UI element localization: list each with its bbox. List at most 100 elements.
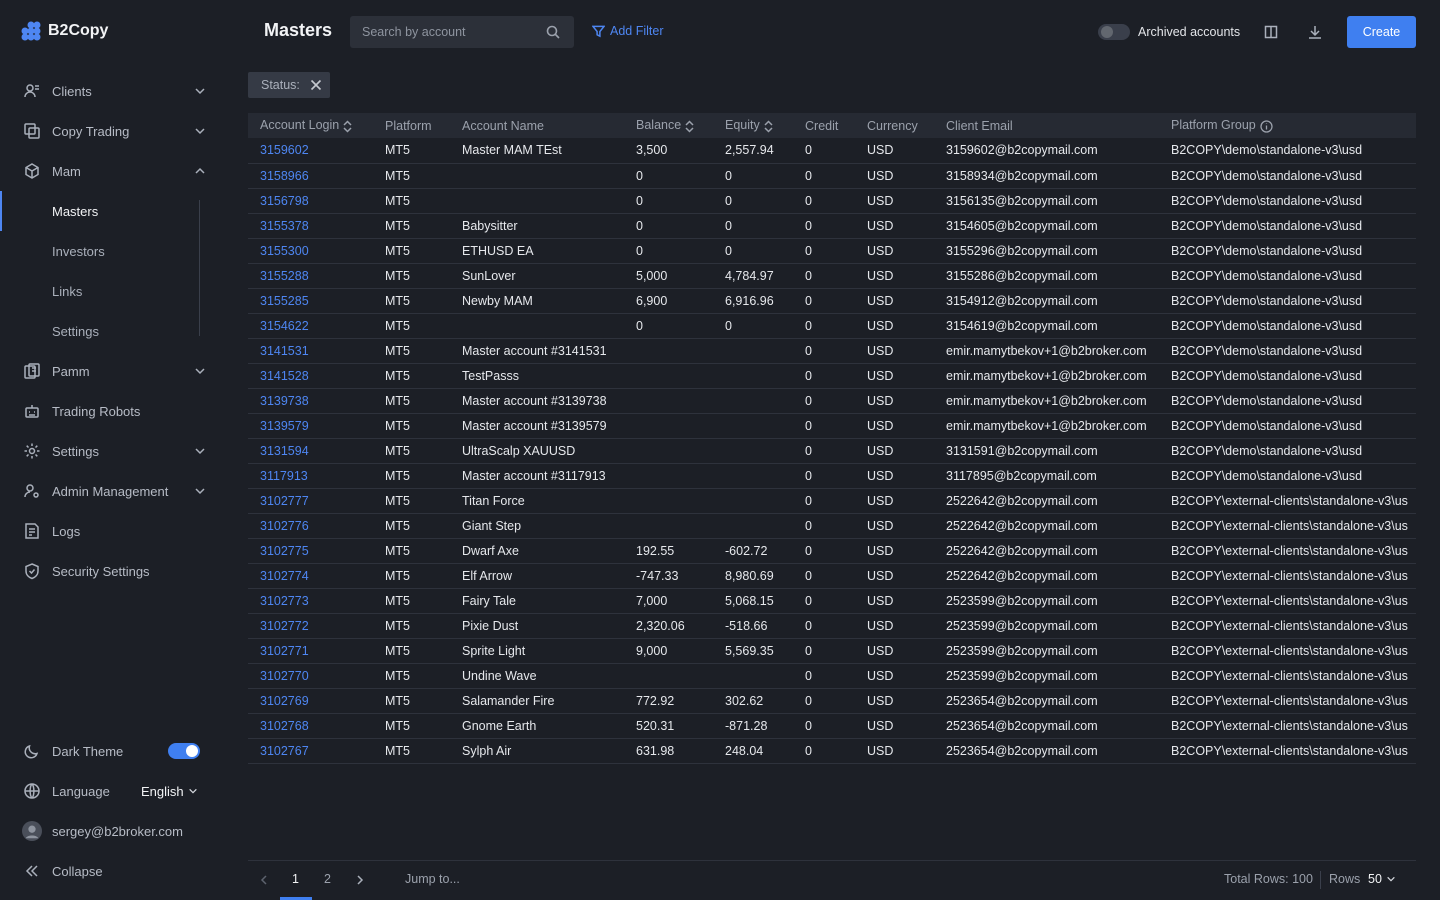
page-2-button[interactable]: 2: [324, 872, 331, 886]
table-row[interactable]: 3155285 MT5 Newby MAM 6,900 6,916.96 0 USD 3154…: [248, 288, 1416, 314]
cell-account-login[interactable]: 3139579: [248, 413, 373, 439]
cell-account-login[interactable]: 3155300: [248, 238, 373, 264]
sidebar-subitem-masters[interactable]: Masters: [0, 191, 200, 231]
cell-account-login[interactable]: 3158966: [248, 163, 373, 189]
table-row[interactable]: 3139579 MT5 Master account #3139579 0 USD emi…: [248, 413, 1416, 439]
cell-platform-group: B2COPY\demo\standalone-v3\usd: [1159, 163, 1416, 189]
cell-account-login[interactable]: 3102771: [248, 638, 373, 664]
table-row[interactable]: 3141528 MT5 TestPasss 0 USD emir.mamytbekov+1…: [248, 363, 1416, 389]
dark-theme-toggle[interactable]: [168, 743, 200, 759]
table-row[interactable]: 3156798 MT5 0 0 0 USD 3156135@b2copymail.com B2…: [248, 188, 1416, 214]
search-icon[interactable]: [546, 25, 560, 39]
table-row[interactable]: 3102776 MT5 Giant Step 0 USD 2522642@b2copyma…: [248, 513, 1416, 539]
table-row[interactable]: 3102773 MT5 Fairy Tale 7,000 5,068.15 0 USD 252…: [248, 588, 1416, 614]
rows-per-page-value: 50: [1368, 872, 1382, 886]
sidebar-item-clients[interactable]: Clients: [0, 71, 224, 111]
cell-account-login[interactable]: 3155378: [248, 213, 373, 239]
cell-client-email: 2523599@b2copymail.com: [934, 638, 1159, 664]
cell-platform: MT5: [373, 138, 450, 164]
page-1-button[interactable]: 1: [292, 872, 299, 886]
cell-account-login[interactable]: 3102767: [248, 738, 373, 764]
logo[interactable]: B2Copy: [20, 20, 108, 42]
cell-account-login[interactable]: 3155285: [248, 288, 373, 314]
cell-account-login[interactable]: 3117913: [248, 463, 373, 489]
cell-equity: 6,916.96: [713, 288, 793, 314]
sort-icon[interactable]: [685, 120, 694, 133]
columns-icon[interactable]: [1261, 22, 1281, 42]
table-row[interactable]: 3131594 MT5 UltraScalp XAUUSD 0 USD 3131591@b…: [248, 438, 1416, 464]
cell-account-login[interactable]: 3102772: [248, 613, 373, 639]
add-filter-button[interactable]: Add Filter: [592, 24, 664, 38]
cell-account-login[interactable]: 3102769: [248, 688, 373, 714]
cell-platform: MT5: [373, 238, 450, 264]
globe-icon: [22, 781, 42, 801]
chevron-down-icon: [195, 448, 205, 455]
cell-account-login[interactable]: 3141531: [248, 338, 373, 364]
sort-icon[interactable]: [764, 120, 773, 133]
cell-credit: 0: [793, 238, 855, 264]
cell-account-login[interactable]: 3155288: [248, 263, 373, 289]
table-row[interactable]: 3155288 MT5 SunLover 5,000 4,784.97 0 USD 31552…: [248, 263, 1416, 289]
sidebar-subitem-settings[interactable]: Settings: [0, 311, 200, 351]
table-row[interactable]: 3141531 MT5 Master account #3141531 0 USD emi…: [248, 338, 1416, 364]
cell-account-login[interactable]: 3156798: [248, 188, 373, 214]
language-select[interactable]: English: [141, 784, 198, 799]
table-row[interactable]: 3117913 MT5 Master account #3117913 0 USD 311…: [248, 463, 1416, 489]
rows-per-page-select[interactable]: 50: [1368, 872, 1396, 886]
sort-icon[interactable]: [343, 120, 352, 133]
download-icon[interactable]: [1305, 22, 1325, 42]
cell-account-login[interactable]: 3102773: [248, 588, 373, 614]
sidebar-subitem-links[interactable]: Links: [0, 271, 200, 311]
table-row[interactable]: 3102774 MT5 Elf Arrow -747.33 8,980.69 0 USD 25…: [248, 563, 1416, 589]
sidebar-item-admin-management[interactable]: Admin Management: [0, 471, 224, 511]
sidebar-item-settings[interactable]: Settings: [0, 431, 224, 471]
moon-icon: [22, 741, 42, 761]
cell-account-login[interactable]: 3102770: [248, 663, 373, 689]
jump-to-input[interactable]: Jump to...: [405, 872, 460, 886]
close-icon[interactable]: [310, 79, 322, 91]
cell-account-login[interactable]: 3159602: [248, 138, 373, 164]
table-row[interactable]: 3102770 MT5 Undine Wave 0 USD 2523599@b2copym…: [248, 663, 1416, 689]
column-header-balance[interactable]: Balance: [624, 113, 713, 138]
info-icon[interactable]: [1260, 119, 1273, 133]
sidebar-item-mam[interactable]: Mam: [0, 151, 224, 191]
column-header-equity[interactable]: Equity: [713, 113, 793, 138]
sidebar-item-copy-trading[interactable]: Copy Trading: [0, 111, 224, 151]
sidebar-item-pamm[interactable]: Pamm: [0, 351, 224, 391]
column-header-account-login[interactable]: Account Login: [248, 113, 373, 138]
table-row[interactable]: 3102768 MT5 Gnome Earth 520.31 -871.28 0 USD 25…: [248, 713, 1416, 739]
cell-account-login[interactable]: 3154622: [248, 313, 373, 339]
table-row[interactable]: 3158966 MT5 0 0 0 USD 3158934@b2copymail.com B2…: [248, 163, 1416, 189]
create-button[interactable]: Create: [1347, 16, 1416, 48]
cell-account-login[interactable]: 3141528: [248, 363, 373, 389]
cell-account-login[interactable]: 3131594: [248, 438, 373, 464]
collapse-button[interactable]: Collapse: [0, 851, 224, 891]
cell-balance: [624, 338, 713, 364]
sidebar-subitem-investors[interactable]: Investors: [0, 231, 200, 271]
table-row[interactable]: 3155300 MT5 ETHUSD EA 0 0 0 USD 3155296@b2copym…: [248, 238, 1416, 264]
table-row[interactable]: 3102777 MT5 Titan Force 0 USD 2522642@b2copym…: [248, 488, 1416, 514]
sidebar-item-security-settings[interactable]: Security Settings: [0, 551, 224, 591]
table-row[interactable]: 3102769 MT5 Salamander Fire 772.92 302.62 0 US…: [248, 688, 1416, 714]
table-row[interactable]: 3155378 MT5 Babysitter 0 0 0 USD 3154605@b2copy…: [248, 213, 1416, 239]
archived-accounts-toggle[interactable]: [1098, 24, 1130, 40]
table-row[interactable]: 3102772 MT5 Pixie Dust 2,320.06 -518.66 0 USD 2…: [248, 613, 1416, 639]
table-row[interactable]: 3154622 MT5 0 0 0 USD 3154619@b2copymail.com B2…: [248, 313, 1416, 339]
user-row[interactable]: sergey@b2broker.com: [0, 811, 224, 851]
chevron-right-icon[interactable]: [354, 874, 366, 886]
table-row[interactable]: 3102771 MT5 Sprite Light 9,000 5,569.35 0 USD 2…: [248, 638, 1416, 664]
cell-account-login[interactable]: 3139738: [248, 388, 373, 414]
cell-account-login[interactable]: 3102774: [248, 563, 373, 589]
table-row[interactable]: 3102775 MT5 Dwarf Axe 192.55 -602.72 0 USD 2522…: [248, 538, 1416, 564]
cell-account-login[interactable]: 3102768: [248, 713, 373, 739]
table-row[interactable]: 3159602 MT5 Master MAM TEst 3,500 2,557.94 0 U…: [248, 138, 1416, 164]
cell-account-login[interactable]: 3102776: [248, 513, 373, 539]
search-input[interactable]: [362, 25, 542, 39]
sidebar-item-trading-robots[interactable]: Trading Robots: [0, 391, 224, 431]
table-row[interactable]: 3102767 MT5 Sylph Air 631.98 248.04 0 USD 25236…: [248, 738, 1416, 764]
cell-account-login[interactable]: 3102775: [248, 538, 373, 564]
sidebar-item-logs[interactable]: Logs: [0, 511, 224, 551]
table-row[interactable]: 3139738 MT5 Master account #3139738 0 USD emi…: [248, 388, 1416, 414]
cell-account-login[interactable]: 3102777: [248, 488, 373, 514]
chevron-left-icon[interactable]: [258, 874, 270, 886]
